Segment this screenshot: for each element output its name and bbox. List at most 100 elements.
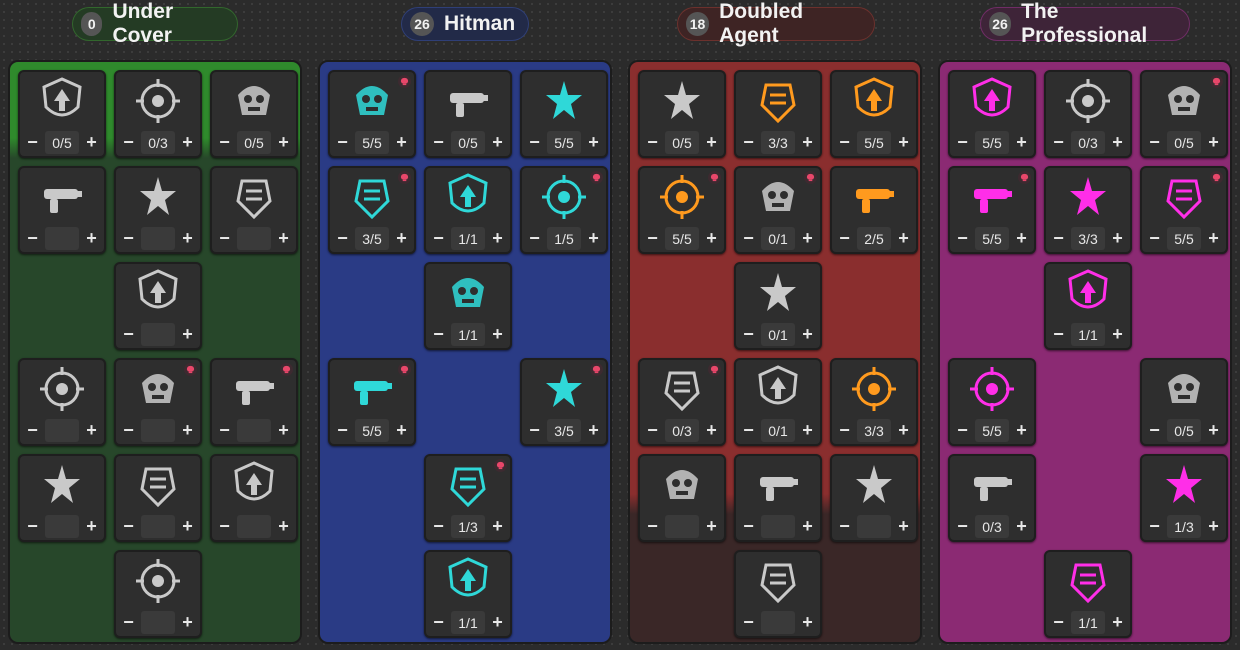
decrement-button[interactable]: − bbox=[736, 513, 761, 540]
decrement-button[interactable]: − bbox=[950, 513, 975, 540]
skill-node[interactable]: −2/5 + bbox=[830, 166, 918, 254]
skill-node[interactable]: − + bbox=[210, 454, 298, 542]
decrement-button[interactable]: − bbox=[1046, 321, 1071, 348]
skill-node[interactable]: − + bbox=[18, 166, 106, 254]
increment-button[interactable]: + bbox=[389, 225, 414, 252]
skill-node[interactable]: −5/5 + bbox=[638, 166, 726, 254]
increment-button[interactable]: + bbox=[581, 417, 606, 444]
decrement-button[interactable]: − bbox=[736, 321, 761, 348]
decrement-button[interactable]: − bbox=[330, 225, 355, 252]
decrement-button[interactable]: − bbox=[640, 129, 665, 156]
increment-button[interactable]: + bbox=[389, 417, 414, 444]
skill-node[interactable]: −5/5 + bbox=[830, 70, 918, 158]
increment-button[interactable]: + bbox=[485, 609, 510, 636]
skill-node[interactable]: − + bbox=[18, 454, 106, 542]
increment-button[interactable]: + bbox=[891, 129, 916, 156]
increment-button[interactable]: + bbox=[271, 513, 296, 540]
decrement-button[interactable]: − bbox=[832, 225, 857, 252]
skill-node[interactable]: − + bbox=[830, 454, 918, 542]
skill-node[interactable]: −5/5 + bbox=[328, 70, 416, 158]
increment-button[interactable]: + bbox=[175, 609, 200, 636]
increment-button[interactable]: + bbox=[271, 129, 296, 156]
increment-button[interactable]: + bbox=[581, 129, 606, 156]
increment-button[interactable]: + bbox=[79, 225, 104, 252]
skill-node[interactable]: −5/5 + bbox=[948, 358, 1036, 446]
skill-node[interactable]: −1/1 + bbox=[424, 262, 512, 350]
decrement-button[interactable]: − bbox=[20, 129, 45, 156]
increment-button[interactable]: + bbox=[79, 417, 104, 444]
increment-button[interactable]: + bbox=[1009, 225, 1034, 252]
decrement-button[interactable]: − bbox=[212, 417, 237, 444]
increment-button[interactable]: + bbox=[485, 225, 510, 252]
skill-node[interactable]: − + bbox=[114, 358, 202, 446]
decrement-button[interactable]: − bbox=[950, 129, 975, 156]
decrement-button[interactable]: − bbox=[522, 129, 547, 156]
decrement-button[interactable]: − bbox=[212, 225, 237, 252]
skill-node[interactable]: − + bbox=[114, 550, 202, 638]
increment-button[interactable]: + bbox=[1105, 609, 1130, 636]
skill-node[interactable]: −3/3 + bbox=[830, 358, 918, 446]
decrement-button[interactable]: − bbox=[640, 417, 665, 444]
skill-node[interactable]: − + bbox=[114, 262, 202, 350]
increment-button[interactable]: + bbox=[795, 513, 820, 540]
increment-button[interactable]: + bbox=[1009, 513, 1034, 540]
increment-button[interactable]: + bbox=[175, 513, 200, 540]
skill-node[interactable]: − + bbox=[734, 550, 822, 638]
decrement-button[interactable]: − bbox=[736, 225, 761, 252]
decrement-button[interactable]: − bbox=[1046, 609, 1071, 636]
skill-node[interactable]: −3/5 + bbox=[520, 358, 608, 446]
increment-button[interactable]: + bbox=[699, 417, 724, 444]
decrement-button[interactable]: − bbox=[736, 129, 761, 156]
skill-node[interactable]: − + bbox=[114, 454, 202, 542]
increment-button[interactable]: + bbox=[1105, 321, 1130, 348]
skill-node[interactable]: −0/1 + bbox=[734, 262, 822, 350]
increment-button[interactable]: + bbox=[485, 513, 510, 540]
decrement-button[interactable]: − bbox=[640, 225, 665, 252]
decrement-button[interactable]: − bbox=[116, 609, 141, 636]
increment-button[interactable]: + bbox=[175, 129, 200, 156]
increment-button[interactable]: + bbox=[79, 513, 104, 540]
decrement-button[interactable]: − bbox=[950, 417, 975, 444]
decrement-button[interactable]: − bbox=[116, 129, 141, 156]
skill-node[interactable]: − + bbox=[18, 358, 106, 446]
increment-button[interactable]: + bbox=[699, 513, 724, 540]
decrement-button[interactable]: − bbox=[736, 609, 761, 636]
increment-button[interactable]: + bbox=[175, 321, 200, 348]
increment-button[interactable]: + bbox=[891, 417, 916, 444]
skill-node[interactable]: −0/3 + bbox=[1044, 70, 1132, 158]
decrement-button[interactable]: − bbox=[212, 129, 237, 156]
increment-button[interactable]: + bbox=[581, 225, 606, 252]
skill-node[interactable]: −1/5 + bbox=[520, 166, 608, 254]
decrement-button[interactable]: − bbox=[1046, 129, 1071, 156]
skill-node[interactable]: −0/5 + bbox=[210, 70, 298, 158]
increment-button[interactable]: + bbox=[175, 417, 200, 444]
skill-node[interactable]: −0/5 + bbox=[18, 70, 106, 158]
increment-button[interactable]: + bbox=[891, 225, 916, 252]
increment-button[interactable]: + bbox=[485, 321, 510, 348]
skill-node[interactable]: − + bbox=[734, 454, 822, 542]
increment-button[interactable]: + bbox=[795, 609, 820, 636]
decrement-button[interactable]: − bbox=[426, 513, 451, 540]
skill-node[interactable]: − + bbox=[210, 358, 298, 446]
skill-node[interactable]: −5/5 + bbox=[1140, 166, 1228, 254]
decrement-button[interactable]: − bbox=[426, 225, 451, 252]
skill-node[interactable]: −0/3 + bbox=[114, 70, 202, 158]
decrement-button[interactable]: − bbox=[20, 417, 45, 444]
decrement-button[interactable]: − bbox=[832, 129, 857, 156]
skill-node[interactable]: −0/5 + bbox=[424, 70, 512, 158]
skill-node[interactable]: −0/5 + bbox=[638, 70, 726, 158]
increment-button[interactable]: + bbox=[175, 225, 200, 252]
increment-button[interactable]: + bbox=[1201, 513, 1226, 540]
decrement-button[interactable]: − bbox=[1142, 225, 1167, 252]
skill-node[interactable]: −1/1 + bbox=[1044, 262, 1132, 350]
increment-button[interactable]: + bbox=[79, 129, 104, 156]
decrement-button[interactable]: − bbox=[1142, 417, 1167, 444]
decrement-button[interactable]: − bbox=[640, 513, 665, 540]
decrement-button[interactable]: − bbox=[20, 513, 45, 540]
decrement-button[interactable]: − bbox=[832, 513, 857, 540]
increment-button[interactable]: + bbox=[389, 129, 414, 156]
increment-button[interactable]: + bbox=[1009, 417, 1034, 444]
increment-button[interactable]: + bbox=[795, 129, 820, 156]
skill-node[interactable]: − + bbox=[638, 454, 726, 542]
decrement-button[interactable]: − bbox=[116, 321, 141, 348]
